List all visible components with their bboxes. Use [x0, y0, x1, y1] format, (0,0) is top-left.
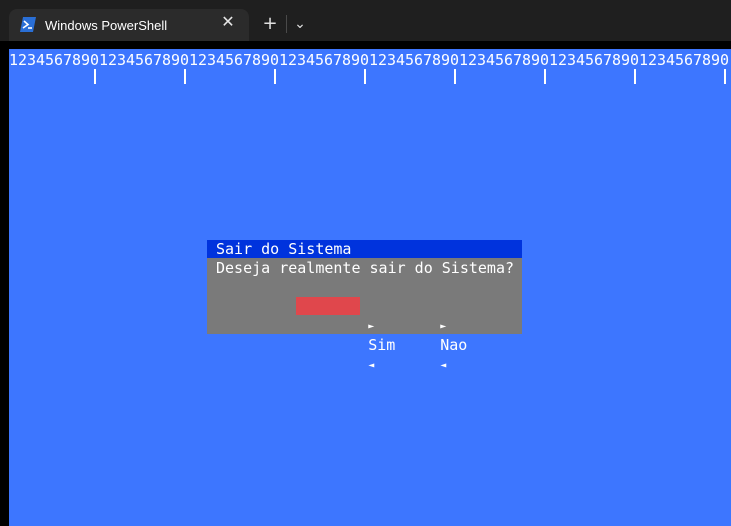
toolbar-divider — [286, 15, 287, 33]
chevron-down-icon[interactable]: ⌄ — [288, 12, 312, 36]
exit-dialog: Sair do Sistema Deseja realmente sair do… — [207, 240, 522, 371]
tab-title: Windows PowerShell — [45, 18, 168, 33]
dialog-message: Deseja realmente sair do Sistema? — [216, 259, 515, 277]
tab-powershell[interactable]: Windows PowerShell ✕ — [9, 9, 249, 41]
new-tab-button[interactable]: + — [258, 12, 282, 36]
dialog-title: Sair do Sistema — [216, 240, 352, 258]
ruler-tick — [364, 69, 366, 84]
ruler-tick — [94, 69, 96, 84]
terminal-area[interactable]: 1234567890123456789012345678901234567890… — [0, 41, 731, 526]
ruler-tick — [634, 69, 636, 84]
no-label: Nao — [440, 336, 468, 354]
yes-button[interactable]: ► Sim ◄ — [296, 297, 395, 371]
ruler-tick — [184, 69, 186, 84]
arrow-right-icon: ► — [440, 321, 447, 332]
title-bar: Windows PowerShell ✕ + ⌄ — [0, 0, 731, 41]
console-screen: 1234567890123456789012345678901234567890… — [9, 49, 731, 526]
arrow-left-icon: ◄ — [440, 360, 447, 371]
ruler-tick — [274, 69, 276, 84]
close-tab-icon[interactable]: ✕ — [217, 12, 239, 34]
ruler-tick — [724, 69, 726, 84]
column-ruler: 1234567890123456789012345678901234567890… — [9, 51, 729, 69]
dialog-title-bar: Sair do Sistema — [207, 240, 522, 258]
ruler-tick — [454, 69, 456, 84]
no-button[interactable]: ► Nao ◄ — [368, 297, 467, 371]
powershell-icon — [20, 17, 36, 32]
ruler-tick — [544, 69, 546, 84]
